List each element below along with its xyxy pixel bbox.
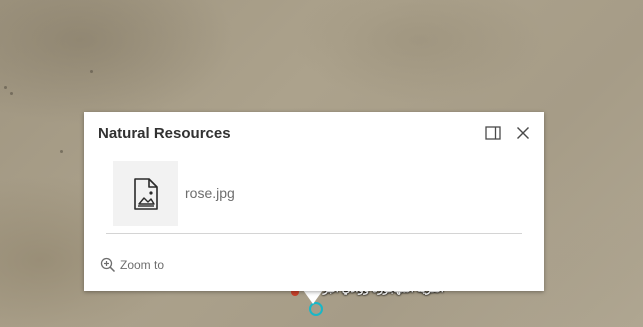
- dock-icon: [485, 126, 501, 140]
- image-file-icon: [133, 177, 158, 210]
- map-speck: [10, 92, 13, 95]
- attachment-file-name: rose.jpg: [185, 185, 235, 201]
- close-icon: [517, 127, 529, 139]
- popup-pointer: [303, 290, 323, 304]
- dock-button[interactable]: [484, 124, 502, 142]
- popup-divider: [106, 233, 522, 234]
- feature-popup: Natural Resources rose.jpg Zoom to: [84, 112, 544, 291]
- selected-feature-marker[interactable]: [309, 302, 323, 316]
- zoom-to-label: Zoom to: [120, 258, 165, 272]
- attachment-thumbnail: [113, 161, 178, 226]
- map-speck: [4, 86, 7, 89]
- zoom-to-button[interactable]: Zoom to: [100, 256, 164, 274]
- close-button[interactable]: [514, 124, 532, 142]
- zoom-in-icon: [100, 257, 116, 273]
- map-speck: [60, 150, 63, 153]
- popup-title: Natural Resources: [98, 125, 231, 142]
- map-speck: [90, 70, 93, 73]
- attachment-item[interactable]: rose.jpg: [113, 161, 313, 227]
